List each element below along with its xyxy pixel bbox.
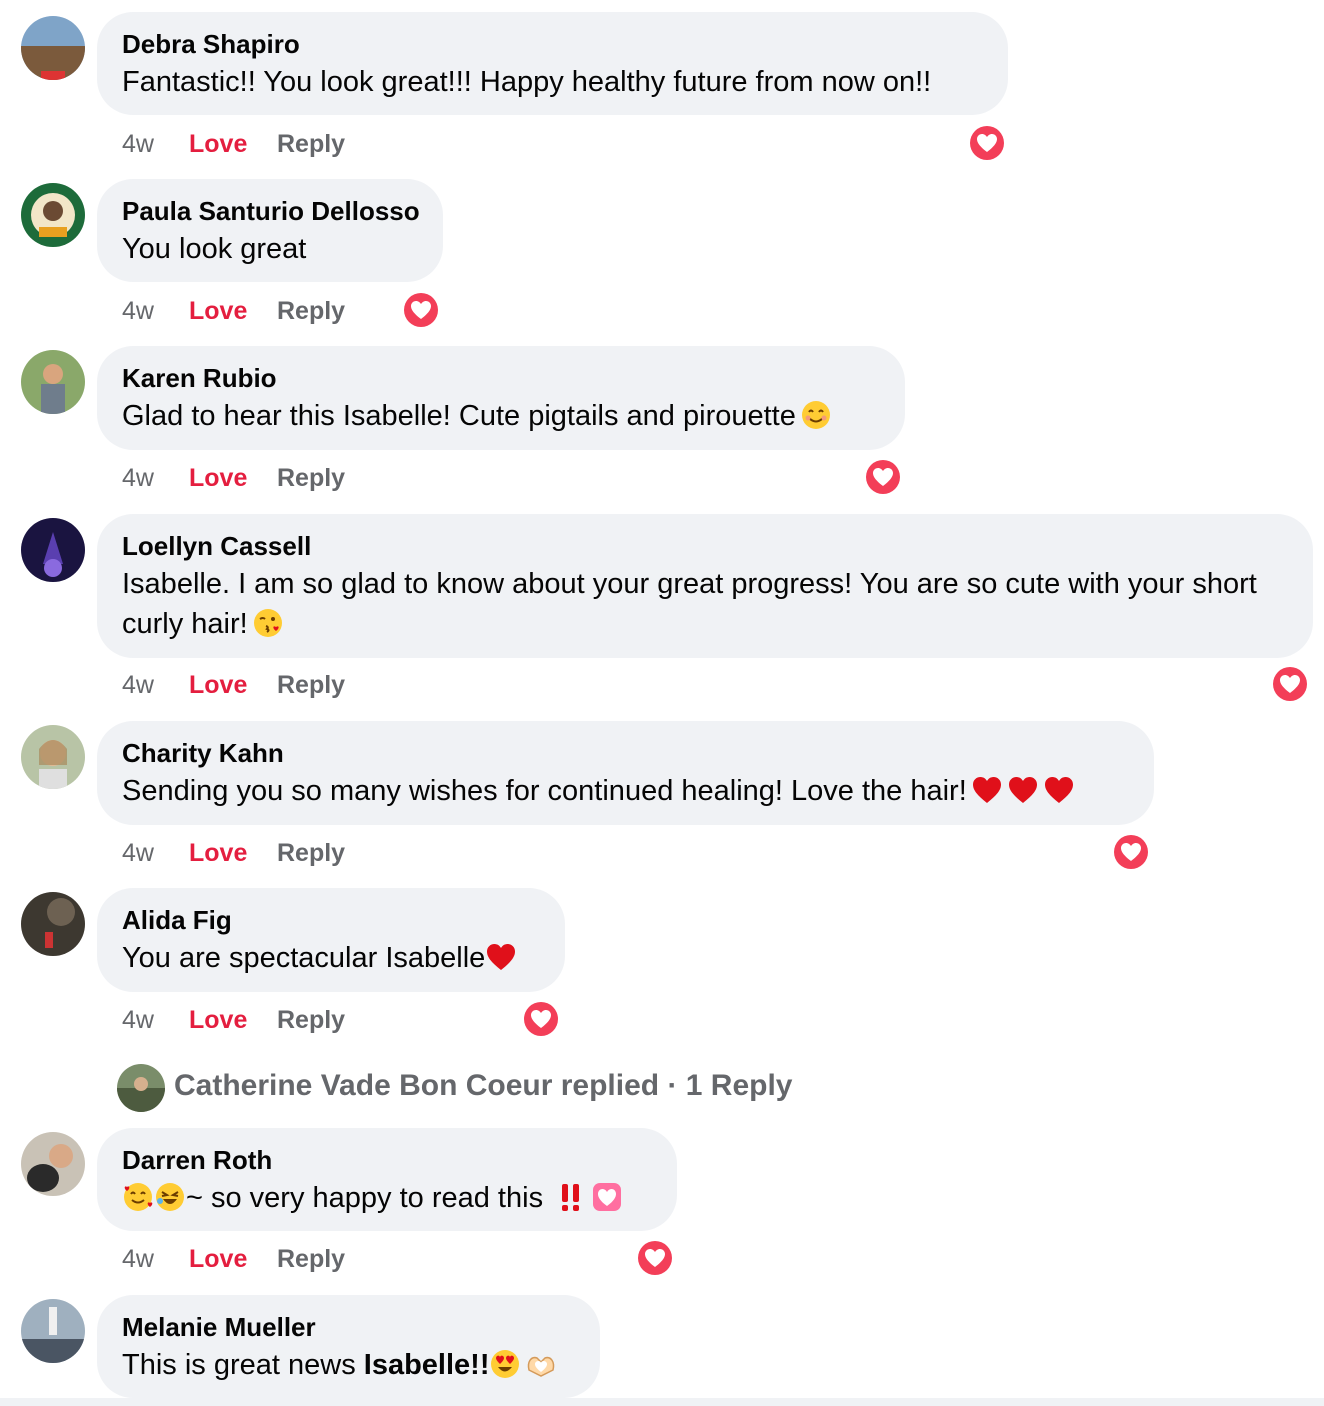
love-reaction-icon[interactable] [402, 291, 440, 329]
love-button[interactable]: Love [189, 130, 247, 159]
reply-button[interactable]: Reply [277, 1006, 345, 1035]
comment-text: Isabelle. I am so glad to know about you… [122, 564, 1288, 644]
comment-author[interactable]: Karen Rubio [122, 363, 277, 394]
comment-author[interactable]: Alida Fig [122, 905, 232, 936]
love-button[interactable]: Love [189, 671, 247, 700]
red-heart-icon [1043, 774, 1075, 806]
comment-text-body: Glad to hear this Isabelle! Cute pigtail… [122, 400, 796, 432]
comment-text: You look great [122, 233, 307, 265]
comment-time[interactable]: 4w [122, 1245, 154, 1274]
heart-hands-icon [525, 1348, 557, 1380]
comment-author[interactable]: Loellyn Cassell [122, 531, 311, 562]
avatar [117, 1064, 165, 1112]
comment-time[interactable]: 4w [122, 1006, 154, 1035]
replies-summary[interactable]: Catherine Vade Bon Coeur replied · 1 Rep… [174, 1069, 793, 1103]
reply-button[interactable]: Reply [277, 1245, 345, 1274]
comment-bubble: Alida Fig You are spectacular Isabelle [97, 888, 565, 992]
avatar[interactable] [21, 725, 85, 789]
love-reaction-icon[interactable] [1112, 833, 1150, 871]
comment-author[interactable]: Darren Roth [122, 1145, 272, 1176]
comment-time[interactable]: 4w [122, 464, 154, 493]
comment-text-body: This is great news [122, 1349, 364, 1381]
love-reaction-icon[interactable] [864, 458, 902, 496]
avatar[interactable] [21, 518, 85, 582]
rofl-face-icon [154, 1181, 186, 1213]
comment-bubble: Charity Kahn Sending you so many wishes … [97, 721, 1154, 825]
avatar[interactable] [21, 1132, 85, 1196]
comment-text: Glad to hear this Isabelle! Cute pigtail… [122, 396, 832, 436]
avatar[interactable] [21, 1299, 85, 1363]
view-replies-link[interactable]: Catherine Vade Bon Coeur replied · 1 Rep… [117, 1063, 917, 1113]
comment-bubble: Debra Shapiro Fantastic!! You look great… [97, 12, 1008, 115]
comment-text-body: Isabelle. I am so glad to know about you… [122, 568, 1257, 640]
avatar[interactable] [21, 892, 85, 956]
comment-bubble: Loellyn Cassell Isabelle. I am so glad t… [97, 514, 1313, 658]
comment-text-mention: Isabelle!! [363, 1349, 490, 1381]
reply-button[interactable]: Reply [277, 671, 345, 700]
love-reaction-icon[interactable] [1271, 665, 1309, 703]
smiling-face-icon [800, 399, 832, 431]
kissing-face-icon [252, 607, 284, 639]
reply-button[interactable]: Reply [277, 839, 345, 868]
red-heart-icon [485, 941, 517, 973]
divider [0, 1398, 1324, 1406]
reply-button[interactable]: Reply [277, 297, 345, 326]
comment-text: You are spectacular Isabelle [122, 938, 517, 978]
avatar[interactable] [21, 183, 85, 247]
comment-text: This is great news Isabelle!! [122, 1345, 557, 1385]
comment-bubble: Paula Santurio Dellosso You look great [97, 179, 443, 282]
avatar[interactable] [21, 350, 85, 414]
comment-text: ~ so very happy to read this [122, 1178, 623, 1218]
comment-text-body: You are spectacular Isabelle [122, 942, 486, 974]
comment-time[interactable]: 4w [122, 671, 154, 700]
smiling-hearts-face-icon [122, 1181, 154, 1213]
comment-text-body: Sending you so many wishes for continued… [122, 775, 967, 807]
love-button[interactable]: Love [189, 839, 247, 868]
comment-text: Sending you so many wishes for continued… [122, 771, 1075, 811]
heart-eyes-face-icon [489, 1348, 521, 1380]
comment-time[interactable]: 4w [122, 297, 154, 326]
love-reaction-icon[interactable] [636, 1239, 674, 1277]
love-reaction-icon[interactable] [968, 124, 1006, 162]
comment-time[interactable]: 4w [122, 839, 154, 868]
reply-button[interactable]: Reply [277, 464, 345, 493]
avatar[interactable] [21, 16, 85, 80]
love-button[interactable]: Love [189, 1006, 247, 1035]
comment-text: Fantastic!! You look great!!! Happy heal… [122, 66, 932, 98]
comment-bubble: Melanie Mueller This is great news Isabe… [97, 1295, 600, 1398]
comment-author[interactable]: Charity Kahn [122, 738, 284, 769]
red-heart-icon [1007, 774, 1039, 806]
comment-time[interactable]: 4w [122, 130, 154, 159]
love-button[interactable]: Love [189, 464, 247, 493]
comment-text-body: ~ so very happy to read this [186, 1182, 544, 1214]
love-button[interactable]: Love [189, 297, 247, 326]
comment-bubble: Karen Rubio Glad to hear this Isabelle! … [97, 346, 905, 450]
comment-author[interactable]: Debra Shapiro [122, 29, 300, 60]
comment-author[interactable]: Paula Santurio Dellosso [122, 196, 420, 227]
comment-bubble: Darren Roth ~ so very happy to read this [97, 1128, 677, 1231]
red-heart-icon [971, 774, 1003, 806]
love-button[interactable]: Love [189, 1245, 247, 1274]
reply-button[interactable]: Reply [277, 130, 345, 159]
double-exclamation-icon [555, 1181, 587, 1213]
heart-box-icon [591, 1181, 623, 1213]
comment-author[interactable]: Melanie Mueller [122, 1312, 316, 1343]
love-reaction-icon[interactable] [522, 1000, 560, 1038]
